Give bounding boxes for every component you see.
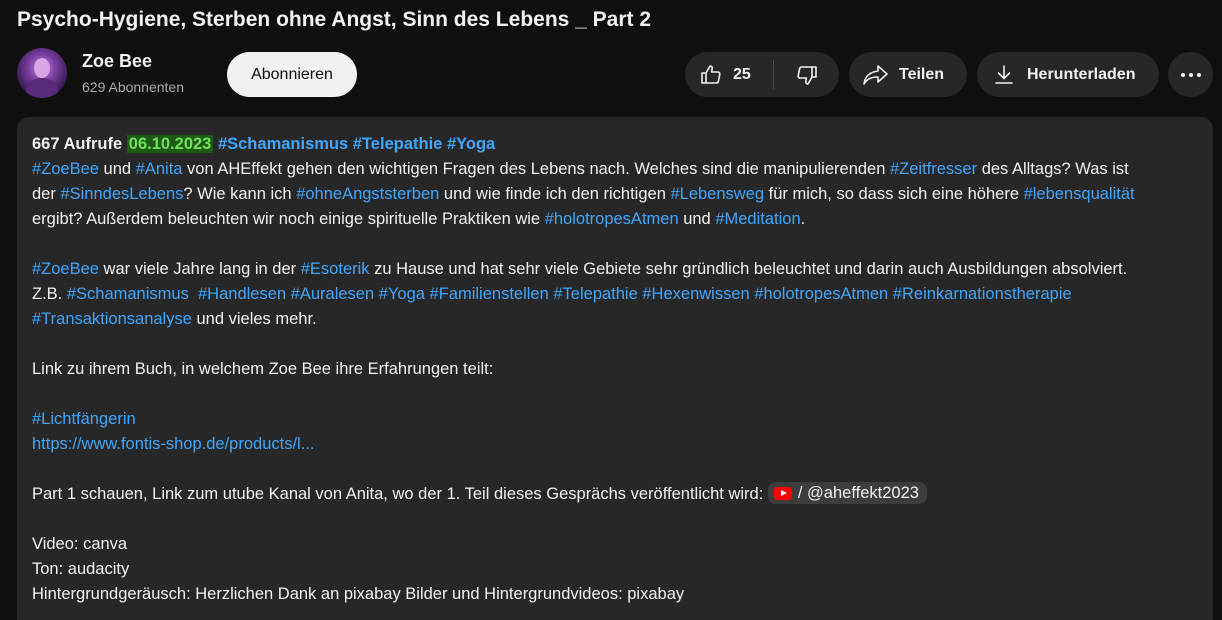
channel-name[interactable]: Zoe Bee — [82, 51, 152, 72]
share-arrow-icon — [863, 64, 889, 86]
hashtag[interactable]: #Telepathie — [353, 135, 443, 153]
hashtag[interactable]: #holotropesAtmen — [545, 210, 679, 228]
hashtag[interactable]: #Auralesen — [291, 285, 374, 303]
description-text: der — [32, 185, 61, 203]
hashtag[interactable]: #Schamanismus — [67, 285, 189, 303]
hashtag[interactable]: #lebensqualität — [1024, 185, 1135, 203]
description-text: für mich, so dass sich eine höhere — [764, 185, 1024, 203]
hashtag[interactable]: #ZoeBee — [32, 260, 99, 278]
hashtag[interactable]: #Zeitfresser — [890, 160, 977, 178]
hashtag[interactable]: #Lebensweg — [670, 185, 764, 203]
description-text: war viele Jahre lang in der — [98, 260, 301, 278]
channel-row: Zoe Bee 629 Abonnenten Abonnieren 25 Tei… — [17, 46, 1213, 102]
hashtag[interactable]: #Familienstellen — [430, 285, 549, 303]
more-button[interactable] — [1168, 52, 1213, 97]
hashtag[interactable]: #ZoeBee — [32, 160, 99, 178]
share-button[interactable]: Teilen — [849, 52, 967, 97]
description-text: ergibt? Außerdem beleuchten wir noch ein… — [32, 210, 545, 228]
channel-link-chip[interactable]: / @aheffekt2023 — [767, 482, 927, 505]
book-link[interactable]: https://www.fontis-shop.de/products/l... — [32, 435, 314, 453]
share-label: Teilen — [899, 65, 945, 83]
hashtag[interactable]: #Yoga — [447, 135, 495, 153]
credit-line: Ton: audacity — [32, 560, 130, 578]
part1-text: Part 1 schauen, Link zum utube Kanal von… — [32, 485, 768, 503]
thumb-up-icon — [699, 63, 723, 87]
book-intro: Link zu ihrem Buch, in welchem Zoe Bee i… — [32, 360, 494, 378]
credit-line: Video: canva — [32, 535, 128, 553]
description-text: und vieles mehr. — [191, 310, 317, 328]
description-text: und — [98, 160, 136, 178]
hashtag[interactable]: #Meditation — [715, 210, 800, 228]
description-text: und wie finde ich den richtigen — [439, 185, 671, 203]
description-text: von AHEffekt gehen den wichtigen Fragen … — [182, 160, 890, 178]
channel-link-label: / @aheffekt2023 — [797, 483, 919, 502]
hashtag[interactable]: #Hexenwissen — [642, 285, 749, 303]
description-text: zu Hause und hat sehr viele Gebiete sehr… — [369, 260, 1128, 278]
more-icon — [1180, 72, 1202, 78]
thumb-down-icon — [795, 63, 819, 87]
hashtag[interactable]: #Handlesen — [198, 285, 286, 303]
download-label: Herunterladen — [1027, 65, 1136, 83]
hashtag[interactable]: #Telepathie — [553, 285, 637, 303]
download-button[interactable]: Herunterladen — [977, 52, 1159, 97]
description-text: . — [800, 210, 806, 228]
dislike-button[interactable] — [774, 52, 839, 97]
description-text: des Alltags? Was ist — [977, 160, 1129, 178]
hashtag[interactable]: #Anita — [136, 160, 183, 178]
credit-line: Hintergrundgeräusch: Herzlichen Dank an … — [32, 585, 685, 603]
like-count: 25 — [733, 65, 751, 83]
hashtag[interactable]: #Esoterik — [301, 260, 370, 278]
hashtag[interactable]: #Lichtfängerin — [32, 410, 136, 428]
like-button[interactable]: 25 — [685, 52, 773, 97]
video-title: Psycho-Hygiene, Sterben ohne Angst, Sinn… — [17, 8, 652, 31]
upload-date: 06.10.2023 — [126, 135, 214, 153]
hashtag[interactable]: #holotropesAtmen — [754, 285, 888, 303]
hashtag[interactable]: #ohneAngststerben — [296, 185, 439, 203]
channel-avatar[interactable] — [17, 48, 67, 98]
hashtag[interactable]: #SinndesLebens — [60, 185, 183, 203]
subscriber-count: 629 Abonnenten — [82, 79, 184, 95]
youtube-icon — [773, 486, 792, 500]
description-text: Z.B. — [32, 285, 67, 303]
like-dislike-group: 25 — [685, 52, 839, 97]
hashtag[interactable]: #Schamanismus — [218, 135, 348, 153]
download-icon — [993, 64, 1015, 86]
description-panel[interactable]: 667 Aufrufe 06.10.2023 #Schamanismus #Te… — [17, 117, 1213, 620]
hashtag[interactable]: #Yoga — [379, 285, 425, 303]
description-text: ? Wie kann ich — [183, 185, 297, 203]
hashtag[interactable]: #Transaktionsanalyse — [32, 310, 192, 328]
description-text: und — [678, 210, 716, 228]
subscribe-button[interactable]: Abonnieren — [227, 52, 357, 97]
hashtag[interactable]: #Reinkarnationstherapie — [893, 285, 1072, 303]
view-count: 667 Aufrufe — [32, 135, 123, 153]
